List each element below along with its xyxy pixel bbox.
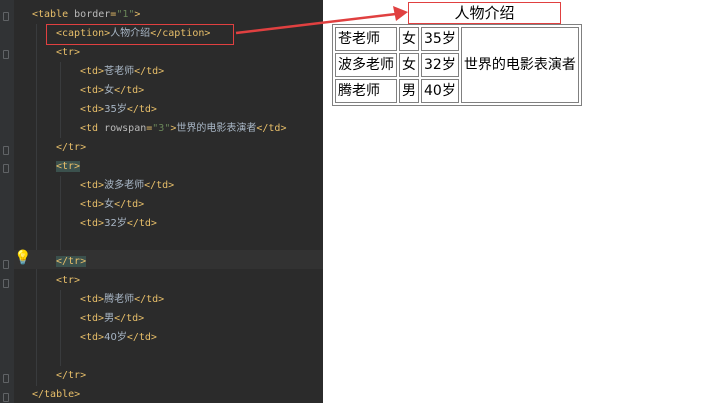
code-token: <td> <box>80 332 105 343</box>
indent-guide <box>60 62 61 138</box>
fold-marker-icon[interactable] <box>3 374 9 383</box>
code-token: <td> <box>80 218 105 229</box>
code-token: "3" <box>152 123 171 134</box>
code-token: 40岁 <box>104 332 127 343</box>
code-token: 男 <box>104 313 115 324</box>
code-token: 女 <box>104 199 115 210</box>
caption-code-annotation-box <box>46 24 234 45</box>
code-token: </td> <box>134 294 165 305</box>
table-cell: 苍老师 <box>335 27 397 51</box>
code-token: 女 <box>104 85 115 96</box>
code-token: </td> <box>114 199 145 210</box>
code-token: <tr> <box>56 47 81 58</box>
code-line[interactable]: <td>男</td> <box>80 309 144 328</box>
code-line[interactable]: <td>32岁</td> <box>80 214 157 233</box>
code-line[interactable]: <tr> <box>56 271 80 290</box>
code-token: <td> <box>80 85 105 96</box>
code-line[interactable]: </table> <box>32 385 80 403</box>
code-token: border <box>74 9 111 20</box>
fold-marker-icon[interactable] <box>3 50 9 59</box>
code-token: </tr> <box>56 256 87 267</box>
code-token: </td> <box>134 66 165 77</box>
code-token: 32岁 <box>104 218 127 229</box>
table-cell: 40岁 <box>421 79 459 103</box>
fold-marker-icon[interactable] <box>3 12 9 21</box>
code-line[interactable]: <tr> <box>56 43 80 62</box>
table-cell: 女 <box>399 27 419 51</box>
code-token: <td <box>80 123 105 134</box>
preview-table: 苍老师 女 35岁 世界的电影表演者 波多老师 女 32岁 腾老师 男 40岁 <box>332 24 582 106</box>
code-token: <td> <box>80 199 105 210</box>
code-token: <tr> <box>56 275 81 286</box>
table-row: 苍老师 女 35岁 世界的电影表演者 <box>335 27 579 103</box>
fold-marker-icon[interactable] <box>3 393 9 402</box>
table-cell: 男 <box>399 79 419 103</box>
code-token: <table <box>32 9 75 20</box>
code-token: <td> <box>80 104 105 115</box>
code-line[interactable]: <td>女</td> <box>80 81 144 100</box>
code-token: <tr> <box>56 161 81 172</box>
table-cell: 波多老师 <box>335 53 397 77</box>
editor-gutter[interactable] <box>0 0 14 403</box>
lightbulb-icon[interactable]: 💡 <box>14 250 31 266</box>
code-token: </table> <box>32 389 81 400</box>
code-token: </td> <box>144 180 175 191</box>
table-cell: 女 <box>399 53 419 77</box>
table-cell: 腾老师 <box>335 79 397 103</box>
table-cell: 32岁 <box>421 53 459 77</box>
code-line[interactable]: <td>35岁</td> <box>80 100 157 119</box>
code-token: > <box>134 9 141 20</box>
code-line[interactable]: <td>女</td> <box>80 195 144 214</box>
code-line[interactable]: </tr> <box>56 252 87 271</box>
code-line[interactable]: <td>苍老师</td> <box>80 62 164 81</box>
code-token: </tr> <box>56 370 87 381</box>
code-line[interactable]: <td>腾老师</td> <box>80 290 164 309</box>
code-token: </td> <box>126 332 157 343</box>
rowspan-cell: 世界的电影表演者 <box>460 27 579 103</box>
code-token: </td> <box>126 218 157 229</box>
code-token: </td> <box>114 313 145 324</box>
code-token: </td> <box>114 85 145 96</box>
code-token: <td> <box>80 66 105 77</box>
code-line[interactable]: <td>40岁</td> <box>80 328 157 347</box>
code-token: <td> <box>80 313 105 324</box>
code-line[interactable]: <td>波多老师</td> <box>80 176 174 195</box>
fold-marker-icon[interactable] <box>3 146 9 155</box>
code-token: </td> <box>126 104 157 115</box>
code-token: 腾老师 <box>104 294 135 305</box>
fold-marker-icon[interactable] <box>3 279 9 288</box>
indent-guide <box>60 290 61 366</box>
code-token: "1" <box>116 9 135 20</box>
code-line[interactable]: <table border="1"> <box>32 5 140 24</box>
table-cell: 35岁 <box>421 27 459 51</box>
code-line[interactable]: </tr> <box>56 366 86 385</box>
code-token: 35岁 <box>104 104 127 115</box>
fold-marker-icon[interactable] <box>3 164 9 173</box>
code-token: 苍老师 <box>104 66 135 77</box>
indent-guide <box>60 176 61 252</box>
code-editor[interactable]: 💡 <table border="1"> <caption>人物介绍</capti… <box>0 0 323 403</box>
fold-marker-icon[interactable] <box>3 260 9 269</box>
code-line[interactable]: <tr> <box>56 157 81 176</box>
code-token: </tr> <box>56 142 87 153</box>
indent-guide <box>36 24 37 386</box>
code-token: </td> <box>256 123 287 134</box>
code-line[interactable]: <td rowspan="3">世界的电影表演者</td> <box>80 119 286 138</box>
code-line[interactable]: </tr> <box>56 138 86 157</box>
code-token: <td> <box>80 294 105 305</box>
code-token: <td> <box>80 180 105 191</box>
code-token: 波多老师 <box>104 180 145 191</box>
code-token: 世界的电影表演者 <box>176 123 257 134</box>
code-token: rowspan <box>104 123 147 134</box>
table-caption: 人物介绍 <box>408 2 561 24</box>
